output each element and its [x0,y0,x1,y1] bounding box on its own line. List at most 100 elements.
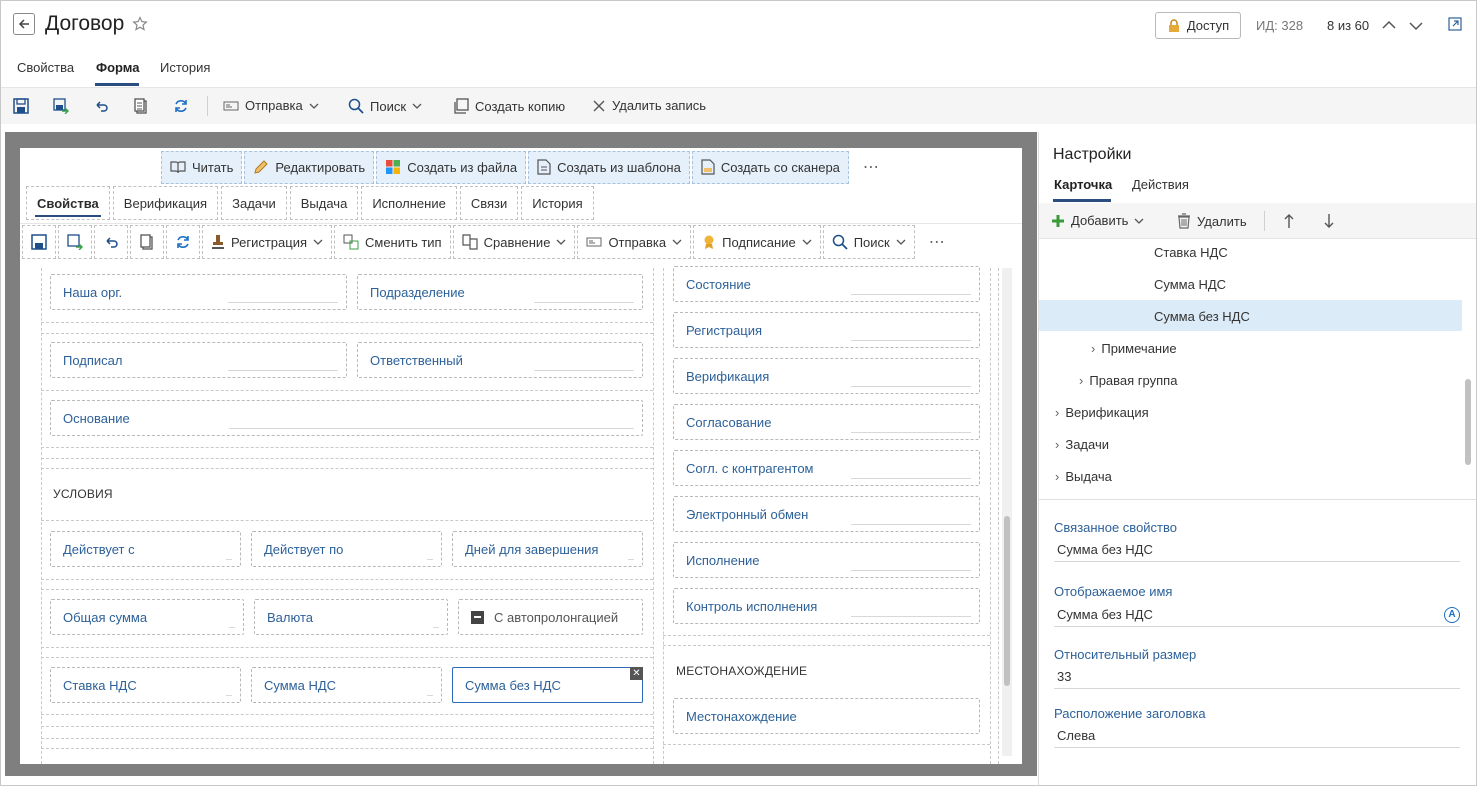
undo-icon[interactable] [93,98,109,117]
compare-button[interactable]: Сравнение [452,225,576,259]
refresh-icon [177,236,189,248]
field-department[interactable]: Подразделение [357,274,643,310]
settings-tab-actions[interactable]: Действия [1132,177,1189,192]
send-button[interactable]: Отправка [223,98,319,113]
field-valid-from[interactable]: Действует с [50,531,241,567]
back-button[interactable] [13,13,35,35]
chevron-right-icon[interactable]: › [1091,341,1095,356]
field-our-org[interactable]: Наша орг. [50,274,347,310]
field-sum-without-vat[interactable]: Сумма без НДС ✕ [452,667,643,703]
field-execution[interactable]: Исполнение [673,542,980,578]
chevron-up-icon[interactable] [1382,18,1396,33]
chevron-right-icon[interactable]: › [1079,373,1083,388]
create-from-template-button[interactable]: Создать из шаблона [528,150,690,184]
tree-item-tasks[interactable]: › Задачи [1055,437,1109,452]
relative-size-field[interactable]: 33 [1054,665,1460,689]
move-down-icon[interactable] [1324,213,1334,232]
tree-item-vat-sum[interactable]: Сумма НДС [1154,277,1226,292]
edit-button[interactable]: Редактировать [244,150,375,184]
form-scrollbar-thumb[interactable] [1004,516,1010,686]
tree-item-right-group[interactable]: › Правая группа [1079,373,1177,388]
tab-history[interactable]: История [160,60,210,75]
form-scrollbar[interactable] [1002,268,1012,756]
tab-form[interactable]: Форма [96,60,139,75]
checkbox-icon[interactable] [471,610,484,624]
form-send-button[interactable]: Отправка [577,225,692,259]
tree-item-label: Выдача [1065,469,1112,484]
add-button[interactable]: Добавить [1051,213,1144,228]
delete-record-button[interactable]: Удалить запись [592,98,706,113]
save-close-icon[interactable] [53,98,69,117]
access-button[interactable]: Доступ [1155,12,1241,39]
form-copy-button[interactable] [130,225,164,259]
translate-icon[interactable]: A [1444,606,1460,623]
chevron-right-icon[interactable]: › [1055,405,1059,420]
field-label: Наша орг. [63,284,123,300]
create-from-file-button[interactable]: Создать из файла [376,150,527,184]
field-currency[interactable]: Валюта [254,599,448,635]
tree-scrollbar[interactable] [1464,241,1472,499]
chevron-right-icon[interactable]: › [1055,437,1059,452]
field-auto-prolongation[interactable]: С автопролонгацией [458,599,643,635]
form-save-button[interactable] [22,225,56,259]
refresh-icon[interactable] [173,98,189,117]
form-refresh-button[interactable] [166,225,200,259]
field-total-amount[interactable]: Общая сумма [50,599,244,635]
form-undo-button[interactable] [94,225,128,259]
tab-properties[interactable]: Свойства [17,60,74,75]
field-execution-control[interactable]: Контроль исполнения [673,588,980,624]
field-verification[interactable]: Верификация [673,358,980,394]
change-type-button[interactable]: Сменить тип [334,225,451,259]
more-icon[interactable]: ⋯ [929,232,945,252]
tree-item-vat-rate[interactable]: Ставка НДС [1154,245,1228,260]
field-label: Регистрация [686,322,762,338]
more-icon[interactable]: ⋯ [863,157,880,177]
create-from-scanner-button[interactable]: Создать со сканера [691,150,849,184]
form-tab-tasks[interactable]: Задачи [221,186,287,220]
save-icon[interactable] [13,98,29,117]
copy-icon[interactable] [133,98,149,117]
form-tab-links[interactable]: Связи [459,186,519,220]
field-registration[interactable]: Регистрация [673,312,980,348]
tree-item-verification[interactable]: › Верификация [1055,405,1149,420]
sign-button[interactable]: Подписание [693,225,821,259]
create-copy-button[interactable]: Создать копию [453,98,565,114]
form-tab-verification[interactable]: Верификация [112,186,219,220]
field-valid-to[interactable]: Действует по [251,531,442,567]
field-responsible[interactable]: Ответственный [357,342,643,378]
field-state[interactable]: Состояние [673,266,980,302]
form-tab-execution[interactable]: Исполнение [361,186,457,220]
field-location[interactable]: Местонахождение [673,698,980,734]
field-basis[interactable]: Основание [50,400,643,436]
remove-field-icon[interactable]: ✕ [630,667,643,680]
linked-property-field[interactable]: Сумма без НДС [1054,538,1460,562]
form-tab-history[interactable]: История [521,186,594,220]
star-icon[interactable] [132,16,148,35]
field-vat-sum[interactable]: Сумма НДС [251,667,442,703]
field-counterparty-approval[interactable]: Согл. с контрагентом [673,450,980,486]
tree-scrollbar-thumb[interactable] [1465,379,1471,465]
field-approval[interactable]: Согласование [673,404,980,440]
form-tab-issue[interactable]: Выдача [289,186,359,220]
open-new-window-icon[interactable] [1448,17,1462,34]
chevron-right-icon[interactable]: › [1055,469,1059,484]
caption-position-field[interactable]: Слева [1054,724,1460,748]
tree-item-note[interactable]: › Примечание [1091,341,1177,356]
registration-button[interactable]: Регистрация [202,225,332,259]
form-search-button[interactable]: Поиск [822,225,915,259]
form-save-close-button[interactable] [58,225,92,259]
field-days-to-complete[interactable]: Дней для завершения [452,531,643,567]
tree-item-issue[interactable]: › Выдача [1055,469,1112,484]
field-electronic-exchange[interactable]: Электронный обмен [673,496,980,532]
chevron-down-icon[interactable] [1409,19,1423,34]
search-button[interactable]: Поиск [348,98,422,114]
field-vat-rate[interactable]: Ставка НДС [50,667,241,703]
read-button[interactable]: Читать [161,150,243,184]
settings-tab-card[interactable]: Карточка [1054,177,1112,192]
move-up-icon[interactable] [1284,213,1294,232]
field-signed[interactable]: Подписал [50,342,347,378]
delete-button[interactable]: Удалить [1177,213,1247,229]
form-tab-properties[interactable]: Свойства [26,186,110,220]
display-name-field[interactable]: Сумма без НДС A [1054,603,1460,627]
tree-item-sum-without-vat[interactable]: Сумма без НДС [1154,309,1250,324]
